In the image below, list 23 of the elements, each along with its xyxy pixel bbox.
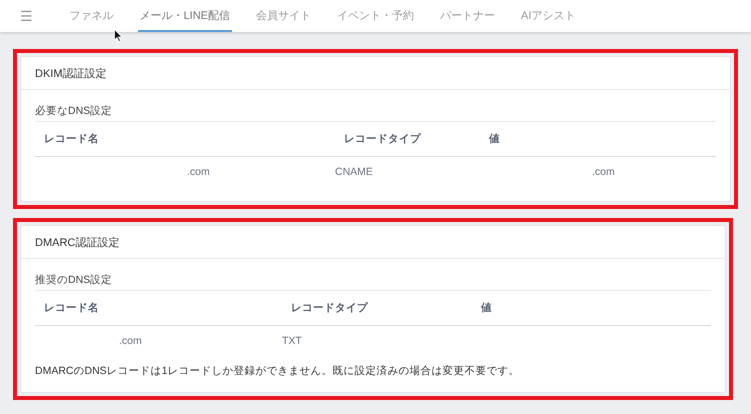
card-title: DKIM認証設定 bbox=[35, 66, 106, 80]
column-header: レコード名 bbox=[44, 302, 99, 314]
note-text: DMARCのDNSレコードは1レコードしか登録ができません。既に設定済みの場合は変更不要です。 bbox=[35, 365, 520, 377]
table-cell: CNAME bbox=[335, 166, 373, 178]
menu-icon[interactable]: ☰ bbox=[20, 0, 33, 32]
table-cell: .com bbox=[187, 166, 210, 178]
nav-tab[interactable]: 会員サイト bbox=[254, 0, 314, 32]
column-header: レコード名 bbox=[44, 133, 99, 145]
nav-tab[interactable]: イベント・予約 bbox=[335, 0, 416, 32]
column-header: 値 bbox=[489, 133, 500, 145]
table-cell: .com bbox=[119, 335, 142, 347]
nav-tab[interactable]: ファネル bbox=[68, 0, 116, 32]
nav-tab[interactable]: パートナー bbox=[438, 0, 498, 32]
table-caption: 推奨のDNS設定 bbox=[35, 274, 112, 286]
table-cell: .com bbox=[592, 166, 615, 178]
table-caption: 必要なDNS設定 bbox=[35, 105, 112, 117]
column-header: 値 bbox=[481, 302, 492, 314]
column-header: レコードタイプ bbox=[344, 133, 421, 145]
column-header: レコードタイプ bbox=[291, 302, 368, 314]
nav-tab[interactable]: メール・LINE配信 bbox=[138, 0, 232, 32]
nav-tab[interactable]: AIアシスト bbox=[519, 0, 578, 32]
card-title: DMARC認証設定 bbox=[35, 236, 120, 250]
table-cell: TXT bbox=[282, 335, 302, 347]
